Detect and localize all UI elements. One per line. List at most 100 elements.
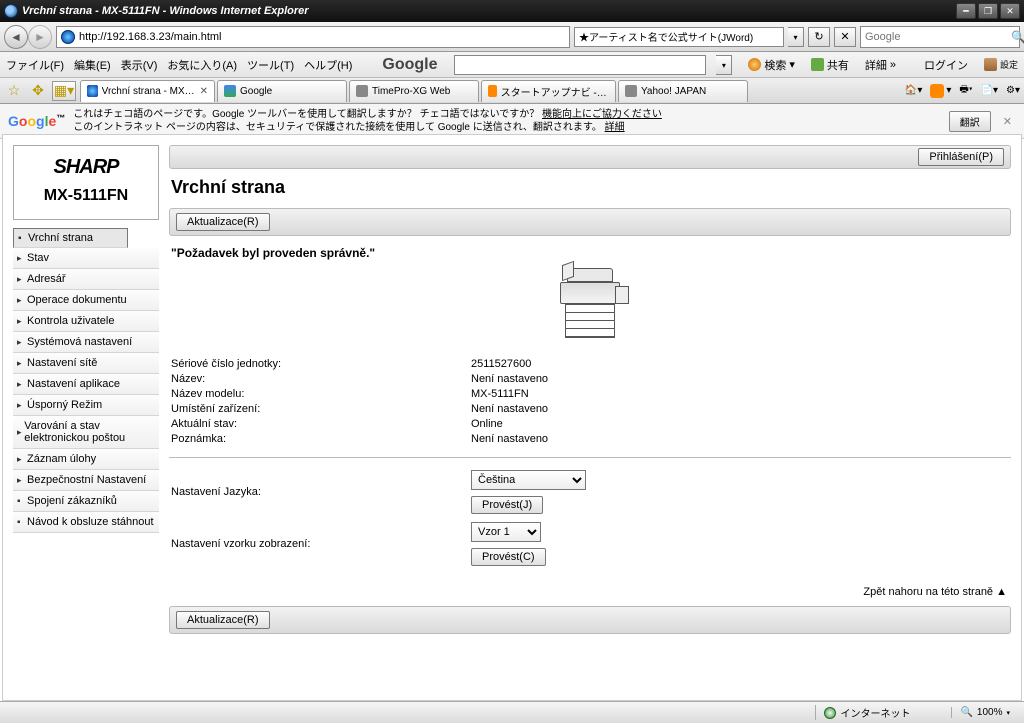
gt-detail-link[interactable]: 詳細 <box>605 122 625 133</box>
fav-star-icon[interactable]: ☆ <box>4 81 24 101</box>
menu-edit[interactable]: 編集(E) <box>74 57 111 73</box>
sidebar-item-label: Spojení zákazníků <box>27 495 117 507</box>
sidebar-item[interactable]: ▸Nastavení sítě <box>13 353 159 374</box>
device-brand-box: SHARP MX-5111FN <box>13 145 159 220</box>
tab-label: Vrchní strana - MX-51... <box>102 86 196 97</box>
chevron-right-icon: ▸ <box>17 316 27 327</box>
update-button-top[interactable]: Aktualizace(R) <box>176 213 270 231</box>
status-bar: インターネット 🔍 100% ▾ <box>0 701 1024 723</box>
window-close-button[interactable]: ✕ <box>1000 3 1020 19</box>
url-input[interactable] <box>79 31 565 43</box>
update-button-bottom[interactable]: Aktualizace(R) <box>176 611 270 629</box>
chevron-right-icon: ▸ <box>17 454 27 465</box>
status-zone: インターネット <box>815 705 918 720</box>
gt-message: これはチェコ語のページです。Google ツールバーを使用して翻訳しますか？ チ… <box>73 108 941 134</box>
menu-tools[interactable]: ツール(T) <box>247 57 294 73</box>
google-toolbar-search[interactable] <box>454 55 707 75</box>
menu-favorites[interactable]: お気に入り(A) <box>167 57 237 73</box>
sidebar-item[interactable]: ▸Adresář <box>13 269 159 290</box>
feeds-button[interactable]: ▾ <box>930 84 951 98</box>
gtb-settings-button[interactable]: 設定 <box>984 58 1018 71</box>
pattern-execute-button[interactable]: Provést(C) <box>471 548 546 566</box>
browser-search-box[interactable]: 🔍 ▾ <box>860 26 1020 48</box>
gtb-search-dropdown[interactable]: ▾ <box>716 55 732 75</box>
jword-dropdown[interactable]: ▾ <box>788 27 804 47</box>
sidebar-item-label: Záznam úlohy <box>27 453 96 465</box>
browser-tab[interactable]: TimePro-XG Web <box>349 80 479 102</box>
chevron-right-icon: ▸ <box>17 337 27 348</box>
ie-icon <box>4 4 18 18</box>
sidebar-item[interactable]: ▸Varování a stav elektronickou poštou <box>13 416 159 449</box>
address-bar[interactable] <box>56 26 570 48</box>
brand-logo: SHARP <box>18 156 154 179</box>
chevron-right-icon: ▸ <box>17 427 24 438</box>
login-button[interactable]: Přihlášení(P) <box>918 148 1004 166</box>
window-titlebar: Vrchní strana - MX-5111FN - Windows Inte… <box>0 0 1024 22</box>
sidebar-item-label: Stav <box>27 252 49 264</box>
sidebar-item[interactable]: ▸Operace dokumentu <box>13 290 159 311</box>
sidebar-item[interactable]: ▸Bezpečnostní Nastavení <box>13 470 159 491</box>
jword-box[interactable]: ★アーティスト名で公式サイト(JWord) <box>574 27 784 47</box>
window-minimize-button[interactable]: ━ <box>956 3 976 19</box>
gtb-detail-button[interactable]: 詳細 » <box>865 57 896 73</box>
sidebar-item[interactable]: ▪Spojení zákazníků <box>13 491 159 512</box>
browser-tab[interactable]: スタートアップナビ - POWERE... <box>481 80 616 102</box>
jword-label: ★アーティスト名で公式サイト(JWord) <box>579 29 753 44</box>
nav-forward-button[interactable]: ► <box>28 25 52 49</box>
sidebar-item-label: Kontrola uživatele <box>27 315 114 327</box>
device-info-table: Sériové číslo jednotky:2511527600Název:N… <box>171 358 1009 445</box>
zoom-dropdown-icon[interactable]: ▾ <box>1006 709 1010 717</box>
page-button[interactable]: 📄▾ <box>981 85 998 96</box>
tab-label: Google <box>240 86 272 97</box>
status-zoom[interactable]: 🔍 100% ▾ <box>951 707 1018 718</box>
quick-tabs-button[interactable]: ▦▾ <box>52 81 76 101</box>
sidebar-item[interactable]: ▸Kontrola uživatele <box>13 311 159 332</box>
window-maximize-button[interactable]: ❐ <box>978 3 998 19</box>
sidebar-item-label: Bezpečnostní Nastavení <box>27 474 146 486</box>
browser-tab[interactable]: Google <box>217 80 347 102</box>
menu-view[interactable]: 表示(V) <box>121 57 158 73</box>
search-icon[interactable]: 🔍 <box>1011 30 1024 44</box>
home-button[interactable]: 🏠▾ <box>905 85 922 96</box>
sidebar-item[interactable]: ▸Nastavení aplikace <box>13 374 159 395</box>
tab-close-icon[interactable]: ✕ <box>200 86 208 97</box>
stop-button[interactable]: ✕ <box>834 27 856 47</box>
tools-button[interactable]: ⚙▾ <box>1006 85 1020 96</box>
gtb-search-button[interactable]: 検索 ▾ <box>748 57 795 73</box>
refresh-button[interactable]: ↻ <box>808 27 830 47</box>
sidebar-item[interactable]: ▪Návod k obsluze stáhnout <box>13 512 159 533</box>
sidebar-item[interactable]: ▸Stav <box>13 248 159 269</box>
sidebar-item[interactable]: ▪Vrchní strana <box>13 228 128 248</box>
language-execute-button[interactable]: Provést(J) <box>471 496 543 514</box>
gt-close-button[interactable]: ✕ <box>999 115 1016 128</box>
info-key: Název modelu: <box>171 388 471 400</box>
sidebar-item[interactable]: ▸Systémová nastavení <box>13 332 159 353</box>
tab-label: スタートアップナビ - POWERE... <box>501 84 609 99</box>
nav-back-button[interactable]: ◄ <box>4 25 28 49</box>
tab-favicon <box>87 85 98 97</box>
browser-search-input[interactable] <box>865 31 1007 43</box>
menu-help[interactable]: ヘルプ(H) <box>304 57 352 73</box>
sidebar-item-label: Operace dokumentu <box>27 294 127 306</box>
sidebar-item[interactable]: ▸Úsporný Režim <box>13 395 159 416</box>
pattern-select[interactable]: Vzor 1 <box>471 522 541 542</box>
back-to-top-link[interactable]: Zpět nahoru na této straně ▲ <box>173 586 1007 598</box>
browser-tab[interactable]: Yahoo! JAPAN <box>618 80 748 102</box>
sidebar-item[interactable]: ▸Záznam úlohy <box>13 449 159 470</box>
language-select[interactable]: Čeština <box>471 470 586 490</box>
print-button[interactable]: 🖶▾ <box>959 82 972 99</box>
bullet-icon: ▪ <box>17 496 27 507</box>
sidebar-nav: ▪Vrchní strana▸Stav▸Adresář▸Operace doku… <box>13 228 159 533</box>
ie-page-icon <box>61 30 75 44</box>
page-title: Vrchní strana <box>171 177 1011 198</box>
gtb-login-button[interactable]: ログイン <box>924 57 968 73</box>
gtb-share-button[interactable]: 共有 <box>811 57 849 73</box>
info-value: MX-5111FN <box>471 388 1009 400</box>
gt-translate-button[interactable]: 翻訳 <box>949 111 991 132</box>
fav-add-icon[interactable]: ✥ <box>28 81 48 101</box>
gt-help-link[interactable]: 機能向上にご協力ください <box>542 109 662 120</box>
menu-file[interactable]: ファイル(F) <box>6 57 64 73</box>
update-row-bottom: Aktualizace(R) <box>169 606 1011 634</box>
browser-tab[interactable]: Vrchní strana - MX-51... ✕ <box>80 80 215 102</box>
info-value: 2511527600 <box>471 358 1009 370</box>
